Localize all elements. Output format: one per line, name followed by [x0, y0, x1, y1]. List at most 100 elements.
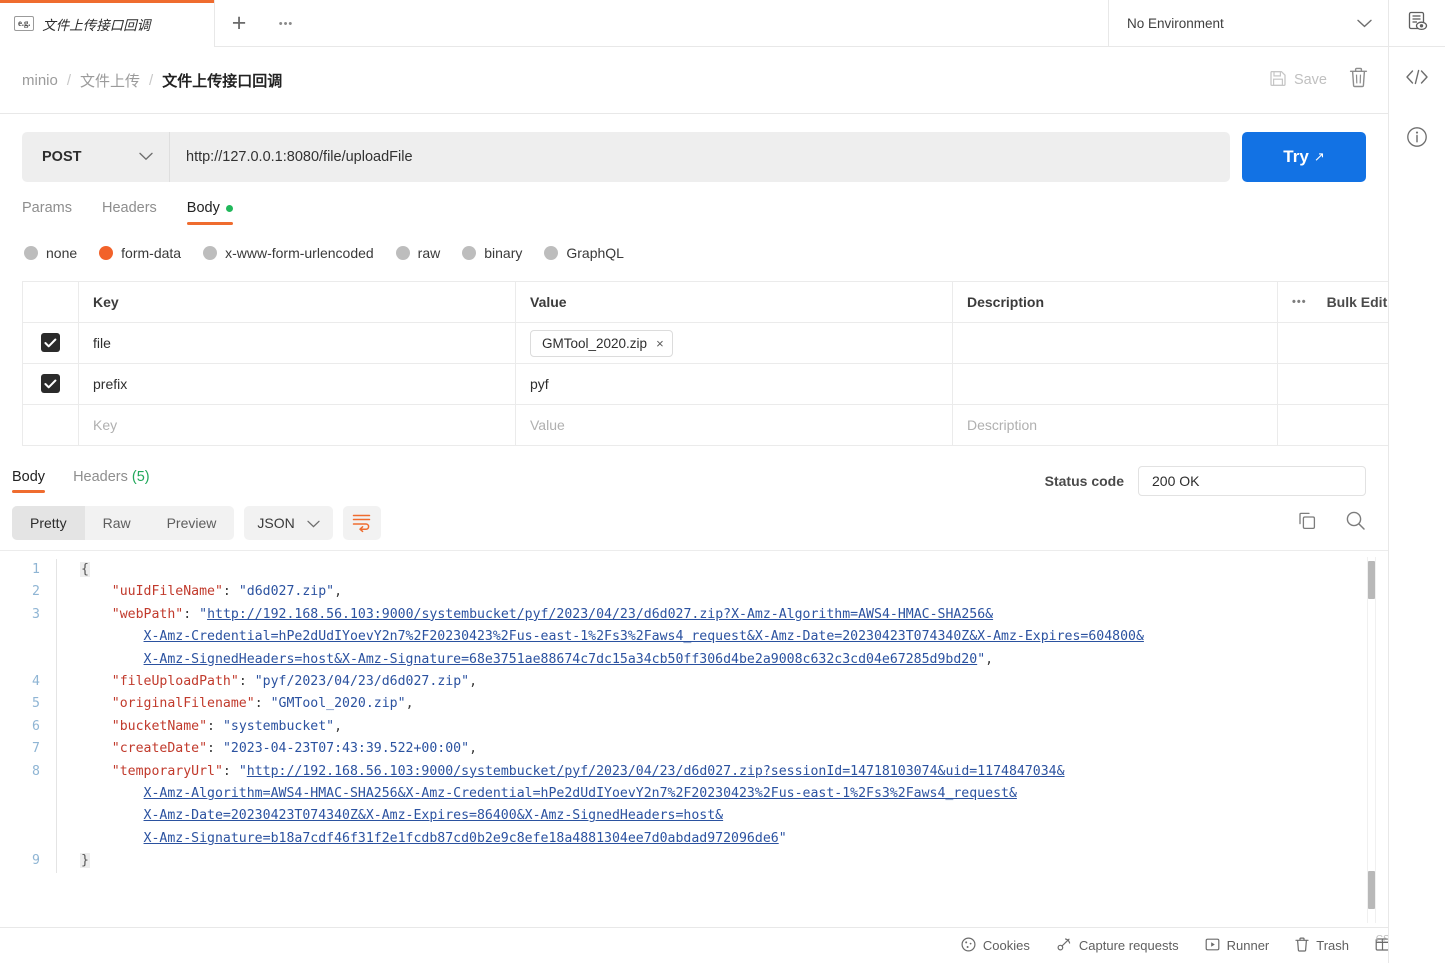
code-line-text: "webPath": "http://192.168.56.103:9000/s…	[74, 604, 993, 626]
footer-trash-button[interactable]: Trash	[1295, 937, 1349, 955]
code-gutter	[56, 850, 74, 873]
json-string-value: "	[238, 763, 247, 779]
file-remove-icon[interactable]: ×	[656, 336, 664, 351]
new-tab-button[interactable]: +	[215, 0, 263, 47]
row-description[interactable]	[952, 322, 1278, 364]
view-mode-raw[interactable]: Raw	[85, 506, 149, 540]
tab-headers[interactable]: Headers	[102, 200, 157, 225]
page-title: 文件上传接口回调	[162, 72, 283, 90]
json-punctuation: :	[222, 584, 239, 600]
new-row-description-input[interactable]: Description	[952, 404, 1278, 446]
response-url-link[interactable]: X-Amz-Date=20230423T074340Z&X-Amz-Expire…	[144, 808, 724, 823]
row-checkbox-cell	[22, 363, 79, 405]
radio-dot-icon	[462, 246, 477, 260]
chevron-down-icon	[139, 149, 153, 165]
save-button[interactable]: Save	[1269, 69, 1327, 91]
try-button[interactable]: Try ↗	[1242, 132, 1366, 182]
code-line-text: "originalFilename": "GMTool_2020.zip",	[74, 693, 414, 715]
search-response-button[interactable]	[1345, 510, 1366, 536]
response-url-link[interactable]: X-Amz-Algorithm=AWS4-HMAC-SHA256&X-Amz-C…	[144, 786, 1017, 801]
radio-none[interactable]: none	[24, 245, 77, 261]
word-wrap-toggle[interactable]	[342, 506, 381, 540]
response-tab-body[interactable]: Body	[12, 469, 46, 493]
breadcrumb-separator: /	[149, 71, 154, 89]
json-string-value: "	[199, 606, 208, 622]
json-punctuation	[80, 652, 144, 667]
footer-cookies-label: Cookies	[982, 938, 1030, 953]
code-gutter	[56, 671, 74, 694]
json-punctuation: ,	[469, 741, 478, 757]
row-value[interactable]: pyf	[515, 363, 953, 405]
environment-selector[interactable]: No Environment	[1108, 0, 1388, 47]
response-tabs: Body Headers (5)	[12, 469, 150, 493]
tab-overflow-menu-button[interactable]: •••	[263, 0, 309, 47]
radio-form-data[interactable]: form-data	[99, 245, 181, 261]
breadcrumb-item-minio[interactable]: minio	[22, 72, 58, 89]
tab-body[interactable]: Body	[186, 200, 233, 225]
code-line-text: {	[74, 559, 90, 581]
file-chip[interactable]: GMTool_2020.zip ×	[530, 329, 673, 357]
tab-params[interactable]: Params	[22, 200, 72, 225]
radio-x-www-form-urlencoded[interactable]: x-www-form-urlencoded	[203, 245, 374, 261]
body-type-radio-group: none form-data x-www-form-urlencoded raw…	[0, 225, 1388, 261]
response-format-selector[interactable]: JSON	[244, 506, 333, 540]
try-label: Try	[1283, 147, 1309, 166]
radio-binary[interactable]: binary	[462, 245, 522, 261]
environment-quick-look-button[interactable]	[1388, 0, 1445, 47]
json-punctuation: :	[183, 606, 200, 622]
response-body-viewer[interactable]: 1{2 "uuIdFileName": "d6d027.zip", 3 "webP…	[0, 550, 1388, 927]
url-input[interactable]	[170, 132, 1230, 182]
row-description[interactable]	[952, 363, 1278, 405]
code-line: 6 "bucketName": "systembucket",	[0, 715, 1388, 739]
code-gutter	[56, 603, 74, 627]
code-line-text: "createDate": "2023-04-23T07:43:39.522+0…	[74, 738, 477, 760]
response-url-link[interactable]: http://192.168.56.103:9000/systembucket/…	[207, 607, 993, 622]
response-url-link[interactable]: X-Amz-Signature=b18a7cdf46f31f2e1fcdb87c…	[144, 831, 779, 846]
code-snippet-button[interactable]	[1405, 69, 1429, 90]
http-method-selector[interactable]: POST	[22, 132, 170, 182]
response-url-link[interactable]: X-Amz-SignedHeaders=host&X-Amz-Signature…	[144, 652, 978, 667]
code-line-text: X-Amz-SignedHeaders=host&X-Amz-Signature…	[74, 649, 994, 671]
json-punctuation	[80, 831, 144, 846]
form-data-table: Key Value Description ••• Bulk Edit file…	[22, 281, 1407, 446]
scrollbar-thumb[interactable]	[1368, 561, 1375, 599]
row-key[interactable]: file	[78, 322, 516, 364]
footer-capture-requests-button[interactable]: Capture requests	[1056, 937, 1179, 955]
request-tab-file-upload-callback[interactable]: e.g. 文件上传接口回调	[0, 0, 215, 47]
json-punctuation: ,	[469, 674, 478, 690]
radio-graphql[interactable]: GraphQL	[544, 245, 624, 261]
line-number: 3	[32, 606, 40, 622]
breadcrumb-item-folder[interactable]: 文件上传	[80, 70, 140, 91]
radio-urlencoded-label: x-www-form-urlencoded	[225, 245, 374, 261]
code-line-text: X-Amz-Credential=hPe2dUdIYoevY2n7%2F2023…	[74, 626, 1144, 648]
view-mode-preview[interactable]: Preview	[149, 506, 235, 540]
scrollbar-thumb-secondary[interactable]	[1368, 871, 1375, 909]
footer-runner-button[interactable]: Runner	[1205, 937, 1269, 955]
row-checkbox-checked[interactable]	[41, 374, 60, 394]
request-url-bar: POST Try ↗	[0, 114, 1388, 182]
code-line: 4 "fileUploadPath": "pyf/2023/04/23/d6d0…	[0, 671, 1388, 694]
view-mode-pretty[interactable]: Pretty	[12, 506, 85, 540]
tab-label: 文件上传接口回调	[42, 17, 151, 33]
response-url-link[interactable]: http://192.168.56.103:9000/systembucket/…	[247, 764, 1065, 779]
row-checkbox-checked[interactable]	[41, 333, 60, 353]
response-scrollbar[interactable]	[1367, 557, 1376, 923]
footer-cookies-button[interactable]: Cookies	[961, 936, 1030, 955]
row-key[interactable]: prefix	[78, 363, 516, 405]
response-tab-headers[interactable]: Headers (5)	[73, 469, 150, 493]
api-info-button[interactable]	[1406, 126, 1428, 153]
bulk-edit-button[interactable]: Bulk Edit	[1327, 294, 1388, 310]
new-row-key-input[interactable]: Key	[78, 404, 516, 446]
status-code-value-box[interactable]: 200 OK	[1138, 466, 1366, 496]
json-key: "temporaryUrl"	[111, 763, 223, 779]
json-string-value: "pyf/2023/04/23/d6d027.zip"	[254, 674, 470, 690]
status-bar: Cookies Capture requests Runner Trash	[0, 927, 1445, 963]
response-tab-body-label: Body	[12, 469, 46, 485]
copy-response-button[interactable]	[1297, 511, 1317, 536]
delete-request-button[interactable]	[1349, 67, 1368, 93]
response-url-link[interactable]: X-Amz-Credential=hPe2dUdIYoevY2n7%2F2023…	[144, 629, 1144, 644]
radio-raw[interactable]: raw	[395, 245, 440, 261]
radio-dot-icon	[544, 246, 559, 260]
new-row-value-input[interactable]: Value	[515, 404, 953, 446]
table-more-button[interactable]: •••	[1292, 296, 1307, 308]
